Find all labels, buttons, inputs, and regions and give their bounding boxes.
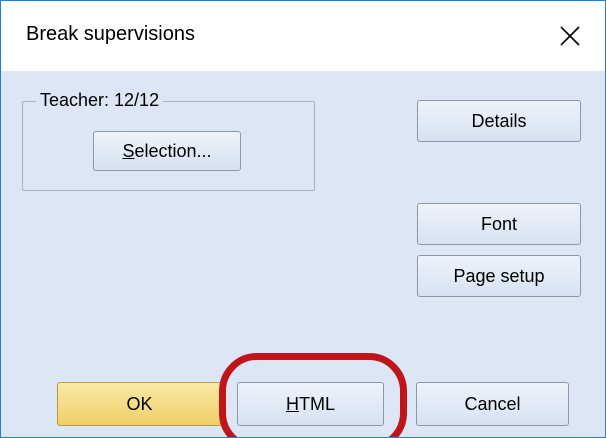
title-bar: Break supervisions (1, 1, 605, 71)
html-button[interactable]: HTML (237, 382, 384, 426)
teacher-group-label: Teacher: 12/12 (36, 89, 164, 111)
window-title: Break supervisions (26, 23, 195, 45)
page-setup-button[interactable]: Page setup (417, 255, 581, 297)
details-button[interactable]: Details (417, 100, 581, 142)
close-icon (560, 26, 580, 46)
font-button[interactable]: Font (417, 203, 581, 245)
ok-button[interactable]: OK (57, 382, 222, 426)
close-button[interactable] (535, 1, 605, 71)
selection-button-label: Selection... (122, 140, 212, 161)
cancel-button[interactable]: Cancel (416, 382, 569, 426)
html-button-label: HTML (286, 393, 335, 414)
break-supervisions-dialog: Break supervisions Teacher: 12/12 Select… (0, 0, 606, 438)
selection-button[interactable]: Selection... (93, 131, 241, 171)
